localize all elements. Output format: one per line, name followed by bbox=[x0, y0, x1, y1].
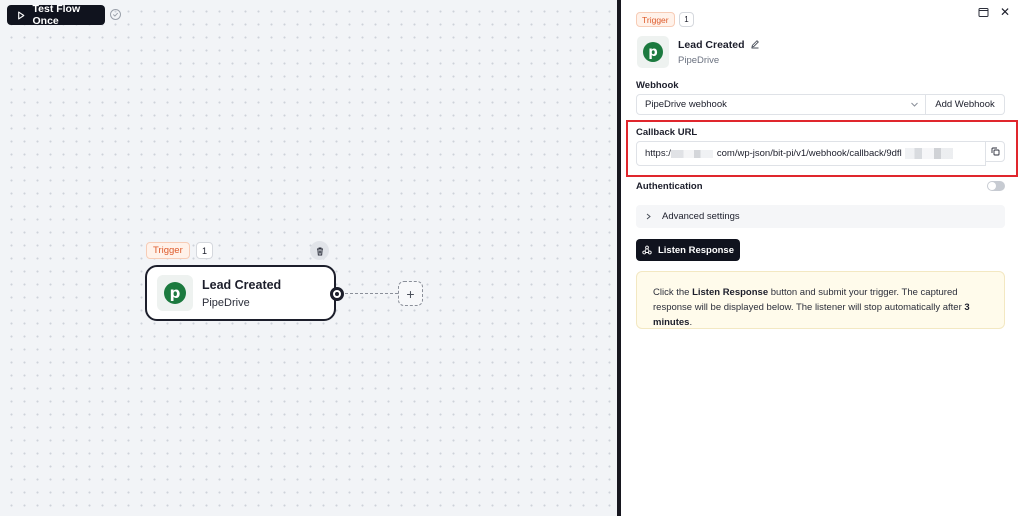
panel-subtitle: PipeDrive bbox=[678, 55, 720, 66]
authentication-toggle[interactable] bbox=[987, 181, 1005, 191]
play-icon bbox=[18, 11, 25, 19]
authentication-label: Authentication bbox=[636, 181, 703, 192]
advanced-settings-label: Advanced settings bbox=[662, 211, 740, 222]
webhook-select-value: PipeDrive webhook bbox=[645, 99, 727, 110]
listen-response-label: Listen Response bbox=[657, 244, 735, 256]
info-text: . bbox=[689, 317, 693, 328]
redacted-text bbox=[904, 148, 953, 159]
node-trigger-badge: Trigger bbox=[146, 242, 190, 259]
callback-url-prefix: https:/ bbox=[645, 148, 671, 159]
redacted-text bbox=[670, 149, 713, 158]
node-title: Lead Created bbox=[202, 278, 282, 292]
test-flow-once-button[interactable]: Test Flow Once bbox=[7, 3, 105, 27]
panel-step-count: 1 bbox=[679, 12, 694, 27]
chevron-down-icon bbox=[911, 102, 918, 107]
pipedrive-logo-icon: p bbox=[643, 42, 663, 62]
panel-title: Lead Created bbox=[678, 39, 745, 51]
callback-url-path: com/wp-json/bit-pi/v1/webhook/callback/9… bbox=[716, 148, 902, 159]
node-settings-panel: Trigger 1 ✕ p Lead Created PipeDrive Web… bbox=[621, 0, 1024, 516]
pipedrive-logo-icon: p bbox=[164, 282, 186, 304]
webhook-select[interactable]: PipeDrive webhook bbox=[636, 94, 926, 115]
trash-icon bbox=[316, 247, 323, 255]
flow-canvas[interactable]: Test Flow Once Trigger 1 p Lead Created … bbox=[0, 0, 617, 516]
panel-logo: p bbox=[637, 36, 669, 68]
add-node-button[interactable]: + bbox=[398, 281, 423, 306]
webhook-label: Webhook bbox=[636, 80, 679, 91]
info-text: Click the bbox=[653, 287, 693, 298]
check-circle-icon[interactable] bbox=[110, 9, 121, 20]
node-subtitle: PipeDrive bbox=[202, 297, 250, 309]
chevron-right-icon bbox=[646, 213, 651, 220]
node-logo: p bbox=[157, 275, 193, 311]
maximize-icon[interactable] bbox=[978, 7, 989, 18]
webhook-icon bbox=[642, 245, 652, 255]
close-icon[interactable]: ✕ bbox=[1000, 6, 1012, 18]
add-webhook-button[interactable]: Add Webhook bbox=[926, 94, 1005, 115]
node-edge bbox=[345, 293, 398, 294]
node-step-count: 1 bbox=[196, 242, 213, 259]
listen-info-box: Click the Listen Response button and sub… bbox=[636, 271, 1005, 329]
info-bold: Listen Response bbox=[692, 287, 769, 298]
edit-icon[interactable] bbox=[750, 39, 760, 49]
listen-response-button[interactable]: Listen Response bbox=[636, 239, 740, 261]
copy-url-button[interactable] bbox=[985, 141, 1005, 162]
node-delete-button[interactable] bbox=[310, 241, 329, 260]
advanced-settings-toggle[interactable]: Advanced settings bbox=[636, 205, 1005, 228]
test-flow-once-label: Test Flow Once bbox=[32, 3, 81, 27]
panel-trigger-badge: Trigger bbox=[636, 12, 675, 27]
callback-url-field[interactable]: https:/ com/wp-json/bit-pi/v1/webhook/ca… bbox=[636, 141, 986, 166]
callback-url-label: Callback URL bbox=[636, 127, 698, 138]
copy-icon bbox=[991, 147, 999, 156]
trigger-node[interactable]: p Lead Created PipeDrive bbox=[145, 265, 336, 321]
node-output-handle[interactable] bbox=[330, 287, 344, 301]
